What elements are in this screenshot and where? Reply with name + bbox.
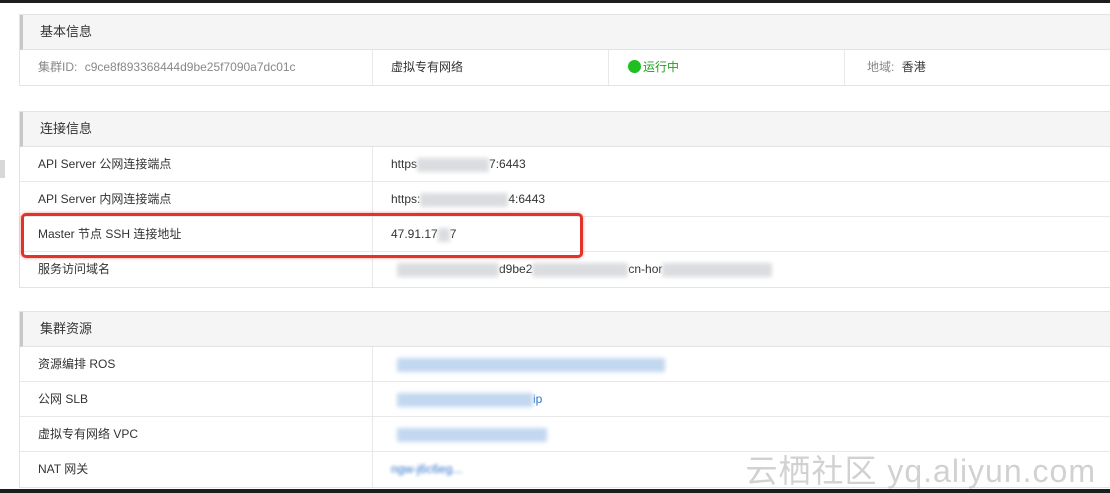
table-row: API Server 内网连接端点 https: 4:6443 [20, 182, 1110, 217]
network-type-cell: 虚拟专有网络 [373, 50, 609, 85]
running-status-icon [628, 60, 641, 73]
row-label: NAT 网关 [20, 452, 373, 487]
endpoint-prefix: https: [391, 192, 421, 206]
redacted-value [662, 262, 773, 277]
bottom-border [0, 489, 1110, 493]
row-label: API Server 内网连接端点 [20, 182, 373, 216]
status-text: 运行中 [643, 60, 680, 74]
endpoint-suffix: 7:6443 [489, 157, 526, 171]
ros-link[interactable] [373, 347, 1110, 381]
connection-info-title: 连接信息 [20, 112, 1110, 147]
redacted-link [397, 427, 547, 442]
region-label: 地域: [867, 60, 895, 74]
domain-suffix: cn-hor [628, 262, 663, 276]
row-label: 资源编排 ROS [20, 347, 373, 381]
cluster-resources-title: 集群资源 [20, 312, 1110, 347]
redacted-link [397, 357, 665, 372]
status-cell: 运行中 [609, 50, 845, 85]
endpoint-prefix: https [391, 157, 418, 171]
ssh-highlight-box [21, 213, 583, 258]
domain-mid: d9be2 [499, 262, 533, 276]
row-label: API Server 公网连接端点 [20, 147, 373, 181]
basic-info-panel: 基本信息 集群ID: c9ce8f893368444d9be25f7090a7d… [19, 14, 1110, 86]
cluster-id-cell: 集群ID: c9ce8f893368444d9be25f7090a7dc01c [20, 50, 373, 85]
region-cell: 地域: 香港 [845, 50, 1110, 85]
endpoint-suffix: 4:6443 [508, 192, 546, 206]
redacted-value [397, 262, 499, 277]
basic-info-title: 基本信息 [20, 15, 1110, 50]
table-row: API Server 公网连接端点 https 7:6443 [20, 147, 1110, 182]
redacted-value [532, 262, 629, 277]
basic-info-row: 集群ID: c9ce8f893368444d9be25f7090a7dc01c … [20, 50, 1110, 85]
slb-suffix: ip [533, 392, 543, 406]
api-private-endpoint[interactable]: https: 4:6443 [373, 182, 1110, 216]
cluster-id-label: 集群ID: [38, 60, 78, 74]
watermark: 云栖社区 yq.aliyun.com [745, 453, 1096, 489]
api-public-endpoint[interactable]: https 7:6443 [373, 147, 1110, 181]
table-row: 资源编排 ROS [20, 347, 1110, 382]
redacted-link [397, 392, 533, 407]
nat-value: ngw-j6c6eg... [391, 462, 463, 476]
network-type-value: 虚拟专有网络 [391, 60, 464, 74]
redacted-value [420, 192, 509, 207]
redacted-value [417, 157, 490, 172]
slb-link[interactable]: ip [373, 382, 1110, 416]
top-border [0, 0, 1110, 3]
region-value: 香港 [901, 60, 926, 74]
scroll-marker [0, 160, 5, 178]
row-label: 虚拟专有网络 VPC [20, 417, 373, 451]
table-row: 公网 SLB ip [20, 382, 1110, 417]
connection-info-panel: 连接信息 API Server 公网连接端点 https 7:6443 API S… [19, 111, 1110, 288]
row-label: 公网 SLB [20, 382, 373, 416]
cluster-id-value: c9ce8f893368444d9be25f7090a7dc01c [84, 60, 296, 74]
